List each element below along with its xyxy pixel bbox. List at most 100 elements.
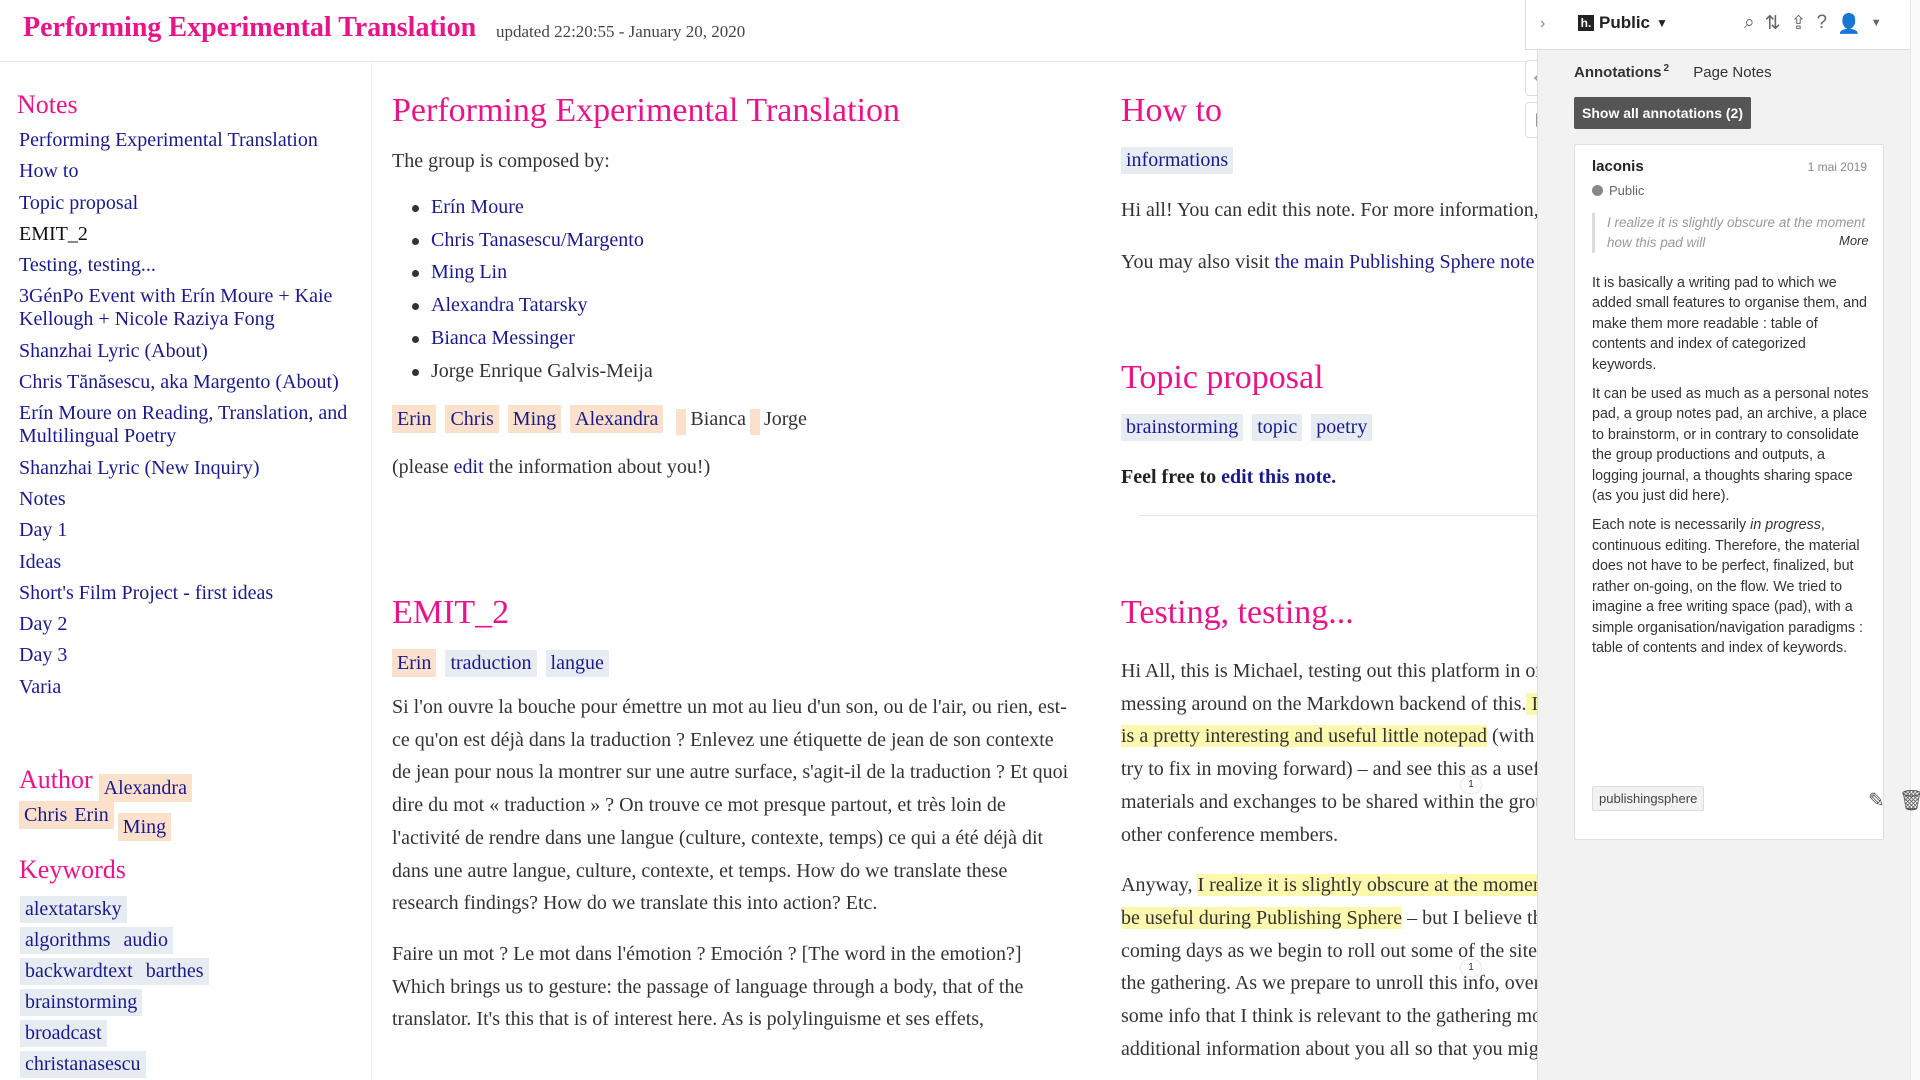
member-link[interactable]: Alexandra Tatarsky <box>431 294 588 316</box>
keyword-tag[interactable]: backwardtext <box>20 958 136 985</box>
keyword-tag[interactable]: poetry <box>1311 414 1373 441</box>
delete-icon[interactable]: 🗑 <box>1899 788 1920 813</box>
annotation-count-badge[interactable]: 1 <box>1461 960 1481 976</box>
note-title[interactable]: Topic proposal <box>1121 358 1538 398</box>
user-icon[interactable]: 👤 <box>1837 12 1861 36</box>
annotation-card[interactable]: laconis 1 mai 2019 Public I realize it i… <box>1574 144 1884 840</box>
more-link[interactable]: More <box>1835 233 1869 248</box>
show-all-annotations-button[interactable]: Show all annotations (2) <box>1574 97 1752 129</box>
sidebar-item-varia[interactable]: Varia <box>19 676 371 699</box>
annotation-user[interactable]: laconis <box>1592 158 1644 175</box>
annotation-count: 2 <box>1663 63 1670 74</box>
annotation-body: It is basically a writing pad to which w… <box>1592 275 1869 656</box>
keywords-list: alextatarsky algorithms audio backwardtex… <box>20 896 340 1080</box>
tag-marker <box>749 408 760 435</box>
highlight[interactable]: is a pretty interesting and useful littl… <box>1121 725 1488 748</box>
note-text: Hi all! You can edit this note. For more… <box>1121 199 1538 221</box>
tab-annotations[interactable]: Annotations 2 <box>1574 63 1670 81</box>
annotation-count-badge[interactable]: 1 <box>1461 777 1481 793</box>
hypothesis-logo-icon: h. <box>1578 15 1594 31</box>
author-tag[interactable]: Chris <box>445 405 499 434</box>
sort-icon[interactable]: ⇅ <box>1765 12 1781 36</box>
author-tag[interactable]: Erin <box>392 405 437 434</box>
keyword-tag[interactable]: barthes <box>135 958 209 985</box>
tab-page-notes[interactable]: Page Notes <box>1693 64 1771 81</box>
author-tag[interactable]: Erin <box>392 649 437 677</box>
sidebar-item-chris-tanasescu[interactable]: Chris Tănăsescu, aka Margento (About) <box>19 371 371 394</box>
notes-list: Performing Experimental Translation How … <box>19 129 371 707</box>
group-selector[interactable]: h. Public ▼ <box>1578 13 1668 33</box>
sidebar-item-3genpo-event[interactable]: 3GénPo Event with Erín Moure + Kaie Kell… <box>19 285 371 331</box>
author-heading: Author <box>19 765 93 794</box>
author-tags-row: Erin Chris Ming Alexandra Bianca Jorge <box>392 405 1072 435</box>
member-link[interactable]: Chris Tanasescu/Margento <box>431 229 644 251</box>
keyword-tag[interactable]: broadcast <box>20 1020 107 1047</box>
sidebar-item-day-1[interactable]: Day 1 <box>19 519 371 542</box>
sidebar-item-testing[interactable]: Testing, testing... <box>19 254 371 277</box>
keyword-tag[interactable]: langue <box>545 650 609 677</box>
member-link[interactable]: Ming Lin <box>431 261 507 283</box>
keyword-tag[interactable]: traduction <box>445 650 537 677</box>
author-tag[interactable]: Ming <box>117 813 172 841</box>
keyword-tag[interactable]: algorithms <box>20 927 114 954</box>
help-icon[interactable]: ? <box>1816 12 1827 36</box>
search-icon[interactable]: ⌕ <box>1744 12 1755 36</box>
keyword-tag[interactable]: informations <box>1121 147 1234 174</box>
site-title[interactable]: Performing Experimental Translation <box>23 12 476 44</box>
annotation-panel: Annotations 2 Page Notes Show all annotat… <box>1537 50 1920 1080</box>
member-link[interactable]: Erín Moure <box>431 196 524 218</box>
author-tag[interactable]: Chris <box>19 801 70 829</box>
sidebar-item-shanzhai-lyric-new-inquiry[interactable]: Shanzhai Lyric (New Inquiry) <box>19 457 371 480</box>
collapse-sidebar-icon[interactable]: › <box>1540 15 1545 33</box>
note-card-performing-experimental-translation: Performing Experimental Translation The … <box>392 91 1072 483</box>
sidebar-item-notes[interactable]: Notes <box>19 488 371 511</box>
publishing-sphere-link[interactable]: the main Publishing Sphere note <box>1275 251 1535 273</box>
author-tag[interactable]: Alexandra <box>570 405 664 434</box>
highlight[interactable]: I realize it is slightly obscure at the … <box>1197 874 1538 897</box>
notes-heading: Notes <box>17 90 78 119</box>
updated-timestamp: updated 22:20:55 - January 20, 2020 <box>496 22 746 41</box>
note-text: Feel free to edit this note. <box>1121 466 1337 488</box>
sidebar-item-shanzhai-lyric-about[interactable]: Shanzhai Lyric (About) <box>19 340 371 363</box>
note-title[interactable]: Testing, testing... <box>1121 593 1538 633</box>
note-title[interactable]: How to <box>1121 91 1538 131</box>
highlight[interactable]: be useful during Publishing Sphere <box>1121 906 1403 929</box>
divider <box>1139 515 1538 516</box>
note-title[interactable]: EMIT_2 <box>392 593 1072 633</box>
author-name: Jorge <box>763 408 807 431</box>
keywords-heading: Keywords <box>19 855 126 884</box>
annotation-toolbar: › h. Public ▼ ⌕ ⇅ ⇪ ? 👤 ▼ <box>1525 0 1920 50</box>
keyword-tag[interactable]: topic <box>1252 414 1303 441</box>
sidebar-item-day-3[interactable]: Day 3 <box>19 644 371 667</box>
sidebar-item-how-to[interactable]: How to <box>19 160 371 183</box>
author-tag[interactable]: Ming <box>507 405 562 434</box>
sidebar-item-short-film-project[interactable]: Short's Film Project - first ideas <box>19 582 371 605</box>
keyword-tag[interactable]: alextatarsky <box>20 896 127 923</box>
author-section: Author Alexandra Chris Erin Ming <box>19 765 349 841</box>
keyword-tag[interactable]: christanasescu <box>20 1051 146 1078</box>
annotation-tag[interactable]: publishingsphere <box>1592 786 1705 811</box>
annotation-visibility: Public <box>1609 183 1645 198</box>
keyword-tag[interactable]: audio <box>113 927 173 954</box>
sidebar-item-topic-proposal[interactable]: Topic proposal <box>19 192 371 215</box>
sidebar-item-erin-moure-reading[interactable]: Erín Moure on Reading, Translation, and … <box>19 402 371 448</box>
user-menu-chevron-icon[interactable]: ▼ <box>1871 12 1882 36</box>
edit-info-text: (please edit the information about you!) <box>392 455 711 478</box>
annotation-date[interactable]: 1 mai 2019 <box>1808 160 1867 174</box>
edit-link[interactable]: edit <box>454 456 484 478</box>
sidebar-item-ideas[interactable]: Ideas <box>19 551 371 574</box>
edit-note-link[interactable]: edit this note. <box>1221 466 1336 488</box>
keyword-tag[interactable]: brainstorming <box>1121 414 1244 441</box>
note-title[interactable]: Performing Experimental Translation <box>392 91 1072 131</box>
author-tag[interactable]: Alexandra <box>98 774 192 802</box>
edit-icon[interactable]: ✎ <box>1868 788 1885 813</box>
author-tag[interactable]: Erin <box>69 801 114 829</box>
share-icon[interactable]: ⇪ <box>1791 12 1807 36</box>
sidebar-item-emit-2[interactable]: EMIT_2 <box>19 223 371 246</box>
sidebar-item-day-2[interactable]: Day 2 <box>19 613 371 636</box>
scrollbar[interactable] <box>1910 0 1920 1080</box>
member-name: Jorge Enrique Galvis-Meija <box>431 359 653 382</box>
member-link[interactable]: Bianca Messinger <box>431 327 575 349</box>
sidebar-item-performing-experimental-translation[interactable]: Performing Experimental Translation <box>19 129 371 152</box>
keyword-tag[interactable]: brainstorming <box>20 989 143 1016</box>
